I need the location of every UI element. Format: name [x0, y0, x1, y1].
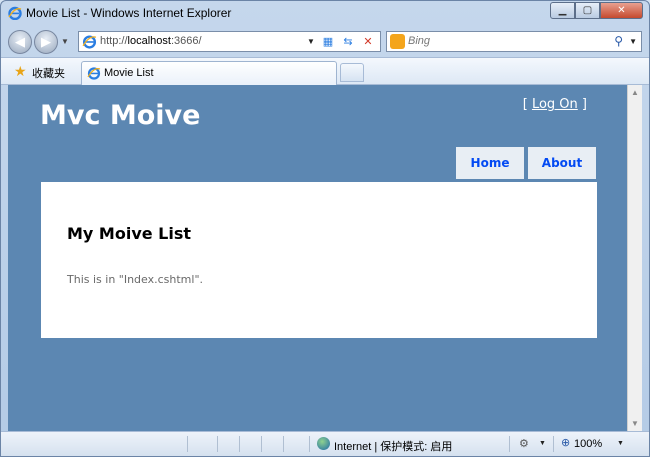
- maximize-button[interactable]: ▢: [575, 2, 600, 19]
- tab-ie-icon: [87, 67, 101, 80]
- log-on-link[interactable]: Log On: [532, 97, 578, 112]
- status-separator: [187, 436, 188, 452]
- favorites-bar: ★ 收藏夹 Movie List: [1, 57, 649, 85]
- scroll-down-arrow-icon[interactable]: ▼: [631, 419, 639, 428]
- status-separator: [217, 436, 218, 452]
- login-close-bracket: ]: [581, 97, 587, 112]
- close-button[interactable]: ✕: [600, 2, 643, 19]
- search-icon[interactable]: ⚲: [614, 34, 623, 48]
- back-button[interactable]: ◀: [8, 30, 32, 54]
- window-title: Movie List - Windows Internet Explorer: [26, 6, 232, 20]
- forward-button[interactable]: ▶: [34, 30, 58, 54]
- stop-icon[interactable]: ✕: [358, 33, 378, 50]
- ie-window: Movie List - Windows Internet Explorer ▁…: [0, 0, 650, 457]
- login-display: [ Log On ]: [523, 97, 587, 112]
- address-bar[interactable]: http://localhost:3666/ ▼ ▦ ⇆ ✕: [78, 31, 381, 52]
- url-scheme: http://: [100, 35, 128, 47]
- login-open-bracket: [: [522, 97, 528, 112]
- address-dropdown-arrow[interactable]: ▼: [307, 37, 315, 46]
- status-separator: [553, 436, 554, 452]
- ie-logo-icon: [8, 6, 22, 20]
- minimize-button[interactable]: ▁: [550, 2, 575, 19]
- search-placeholder: Bing: [408, 35, 431, 47]
- status-separator: [283, 436, 284, 452]
- zoom-icon[interactable]: ⊕: [561, 436, 570, 449]
- address-url[interactable]: http://localhost:3666/: [100, 35, 202, 47]
- vertical-scrollbar[interactable]: ▲ ▼: [627, 85, 642, 431]
- favorites-star-icon[interactable]: ★: [14, 63, 27, 80]
- window-controls: ▁ ▢ ✕: [550, 2, 643, 20]
- url-host: localhost: [127, 35, 171, 47]
- zoom-dropdown[interactable]: ▼: [617, 440, 624, 447]
- new-tab-button[interactable]: [340, 63, 364, 82]
- security-zone[interactable]: Internet | 保护模式: 启用: [334, 438, 452, 454]
- page-viewport: Mvc Moive [ Log On ] Home About My Moive…: [8, 85, 627, 431]
- status-separator: [509, 436, 510, 452]
- search-box[interactable]: Bing ⚲ ▼: [386, 31, 642, 52]
- refresh-icon[interactable]: ⇆: [338, 33, 358, 50]
- status-separator: [309, 436, 310, 452]
- back-arrow-icon: ◀: [15, 34, 25, 49]
- recent-pages-dropdown[interactable]: ▼: [61, 37, 69, 46]
- tab-title: Movie List: [104, 67, 154, 79]
- status-bar: Internet | 保护模式: 启用 ⚙ ▼ ⊕ 100% ▼: [1, 431, 649, 456]
- favorites-button[interactable]: 收藏夹: [32, 65, 65, 81]
- compatibility-view-icon[interactable]: ▦: [318, 33, 338, 50]
- status-separator: [239, 436, 240, 452]
- page-icon: [82, 35, 97, 49]
- title-bar: Movie List - Windows Internet Explorer ▁…: [1, 1, 649, 27]
- forward-arrow-icon: ▶: [41, 34, 51, 49]
- menu-home[interactable]: Home: [456, 147, 524, 179]
- zoom-level[interactable]: 100%: [574, 438, 602, 450]
- navigation-bar: ◀ ▶ ▼ http://localhost:3666/ ▼ ▦ ⇆ ✕ Bin…: [1, 27, 649, 57]
- page-heading: My Moive List: [67, 224, 192, 243]
- status-separator: [261, 436, 262, 452]
- menu-about[interactable]: About: [528, 147, 596, 179]
- site-title: Mvc Moive: [40, 100, 201, 131]
- search-options-dropdown[interactable]: ▼: [629, 37, 637, 46]
- main-content: My Moive List This is in "Index.cshtml".: [41, 182, 597, 338]
- url-port-path: :3666/: [170, 35, 202, 47]
- main-menu: Home About: [456, 147, 596, 179]
- protection-icon[interactable]: ⚙: [519, 437, 529, 450]
- internet-zone-icon: [317, 437, 330, 450]
- browser-tab[interactable]: Movie List: [81, 61, 337, 85]
- scroll-up-arrow-icon[interactable]: ▲: [631, 88, 639, 97]
- protection-dropdown[interactable]: ▼: [539, 440, 546, 447]
- body-text: This is in "Index.cshtml".: [67, 273, 204, 286]
- bing-logo-icon: [390, 34, 405, 49]
